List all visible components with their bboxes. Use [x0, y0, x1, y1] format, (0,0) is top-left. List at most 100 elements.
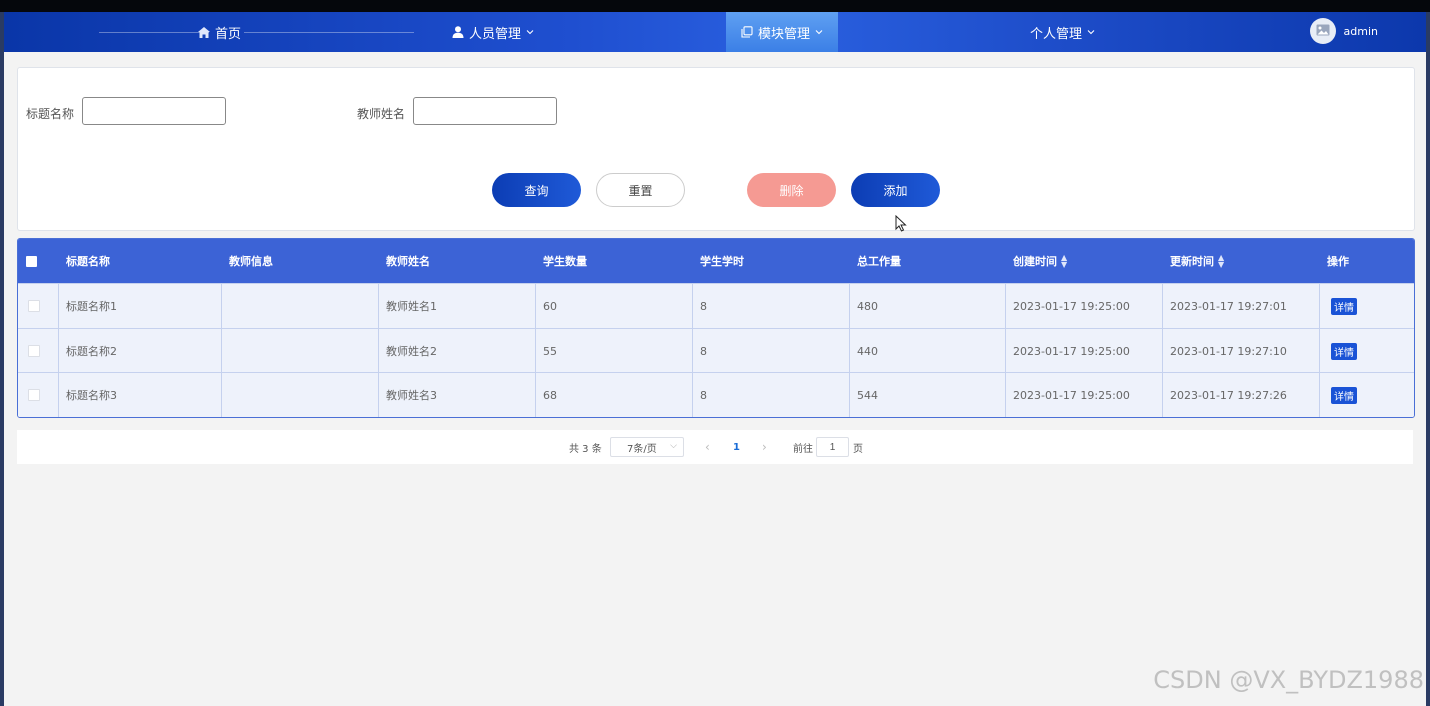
add-button[interactable]: 添加 — [851, 173, 940, 207]
column-divider — [1319, 329, 1320, 373]
cell-title-name: 标题名称3 — [66, 389, 117, 402]
cell-student-hours: 8 — [700, 388, 707, 402]
cell-updated-time: 2023-01-17 19:27:26 — [1170, 388, 1287, 402]
column-divider — [849, 284, 850, 328]
column-divider — [1005, 329, 1006, 373]
table-header: 标题名称 教师信息 教师姓名 学生数量 学生学时 总工作量 创建时间 ▲ ▼ 更新… — [18, 239, 1414, 283]
sort-icon[interactable]: ▲ ▼ — [1061, 254, 1067, 269]
cell-created-time: 2023-01-17 19:25:00 — [1013, 388, 1130, 402]
goto-label: 前往 — [793, 443, 813, 455]
window-right-edge — [1426, 12, 1430, 706]
nav-people-management[interactable]: 人员管理 — [452, 12, 534, 52]
username-label: admin — [1343, 24, 1378, 38]
goto-page-input[interactable] — [816, 437, 849, 457]
window-left-edge — [0, 12, 4, 706]
header-updated-label: 更新时间 — [1170, 255, 1214, 268]
delete-button[interactable]: 删除 — [747, 173, 836, 207]
pointer-cursor-icon — [895, 214, 907, 236]
detail-button[interactable]: 详情 — [1331, 298, 1357, 315]
select-all-checkbox[interactable] — [26, 256, 37, 267]
cell-title-name: 标题名称2 — [66, 345, 117, 358]
title-name-input[interactable] — [82, 97, 226, 125]
pagination-total: 共 3 条 — [569, 443, 602, 455]
chevron-down-icon: ⌵ — [670, 441, 677, 451]
nav-home[interactable]: 首页 — [198, 12, 241, 52]
column-divider — [1162, 284, 1163, 328]
cell-created-time: 2023-01-17 19:25:00 — [1013, 299, 1130, 313]
data-table: 标题名称 教师信息 教师姓名 学生数量 学生学时 总工作量 创建时间 ▲ ▼ 更新… — [17, 238, 1415, 418]
page-size-select[interactable]: 7条/页 ⌵ — [610, 437, 684, 457]
cell-student-hours: 8 — [700, 344, 707, 358]
chevron-down-icon — [815, 29, 823, 35]
column-divider — [849, 373, 850, 417]
column-divider — [1162, 329, 1163, 373]
watermark: CSDN @VX_BYDZ1988 — [1153, 666, 1424, 694]
query-button[interactable]: 查询 — [492, 173, 581, 207]
cell-teacher-name: 教师姓名1 — [386, 300, 437, 313]
top-navbar: 首页 人员管理 模块管理 个人管理 admin — [4, 12, 1426, 52]
cell-updated-time: 2023-01-17 19:27:01 — [1170, 299, 1287, 313]
column-divider — [535, 329, 536, 373]
cell-created-time: 2023-01-17 19:25:00 — [1013, 344, 1130, 358]
nav-personal-management[interactable]: 个人管理 — [1030, 12, 1095, 52]
detail-button[interactable]: 详情 — [1331, 343, 1357, 360]
header-created-label: 创建时间 — [1013, 255, 1057, 268]
column-divider — [58, 373, 59, 417]
cell-student-count: 60 — [543, 299, 557, 313]
row-checkbox[interactable] — [28, 389, 40, 401]
teacher-name-label: 教师姓名 — [357, 107, 406, 121]
column-divider — [58, 284, 59, 328]
column-divider — [1005, 284, 1006, 328]
header-total-workload: 总工作量 — [857, 255, 901, 268]
column-divider — [221, 373, 222, 417]
home-icon — [198, 26, 210, 38]
column-divider — [692, 329, 693, 373]
header-created-time[interactable]: 创建时间 ▲ ▼ — [1013, 239, 1067, 283]
header-student-count: 学生数量 — [543, 255, 587, 268]
column-divider — [535, 373, 536, 417]
cell-student-count: 55 — [543, 344, 557, 358]
row-checkbox[interactable] — [28, 345, 40, 357]
nav-module-label: 模块管理 — [757, 26, 810, 42]
nav-module-management[interactable]: 模块管理 — [726, 12, 838, 52]
header-updated-time[interactable]: 更新时间 ▲ ▼ — [1170, 239, 1224, 283]
column-divider — [221, 284, 222, 328]
header-teacher-name: 教师姓名 — [386, 255, 430, 268]
window-top-strip — [0, 0, 1430, 12]
current-page-number[interactable]: 1 — [733, 430, 740, 464]
cell-student-count: 68 — [543, 388, 557, 402]
next-page-button[interactable]: › — [762, 430, 767, 464]
module-icon — [741, 26, 753, 38]
table-row: 标题名称1 教师姓名1 60 8 480 2023-01-17 19:25:00… — [18, 283, 1414, 328]
column-divider — [692, 373, 693, 417]
nav-decoration-line — [99, 32, 209, 33]
cell-teacher-name: 教师姓名3 — [386, 389, 437, 402]
nav-home-label: 首页 — [215, 26, 242, 42]
search-panel: 标题名称 教师姓名 查询 重置 删除 添加 — [17, 67, 1415, 231]
cell-updated-time: 2023-01-17 19:27:10 — [1170, 344, 1287, 358]
title-name-label: 标题名称 — [26, 107, 75, 121]
user-menu[interactable]: admin — [1309, 18, 1378, 44]
avatar — [1309, 18, 1336, 44]
nav-decoration-line — [244, 32, 414, 33]
row-checkbox[interactable] — [28, 300, 40, 312]
avatar-image-icon — [1316, 24, 1330, 39]
chevron-down-icon — [526, 29, 534, 35]
header-actions: 操作 — [1327, 255, 1349, 268]
teacher-name-input[interactable] — [413, 97, 557, 125]
header-teacher-info: 教师信息 — [229, 255, 273, 268]
detail-button[interactable]: 详情 — [1331, 387, 1357, 404]
page-unit-label: 页 — [853, 443, 863, 455]
cell-total-workload: 544 — [857, 388, 878, 402]
reset-button[interactable]: 重置 — [596, 173, 685, 207]
pagination: 共 3 条 7条/页 ⌵ ‹ 1 › 前往 页 — [17, 430, 1413, 464]
prev-page-button[interactable]: ‹ — [705, 430, 710, 464]
cell-total-workload: 440 — [857, 344, 878, 358]
user-icon — [452, 26, 464, 38]
table-row: 标题名称2 教师姓名2 55 8 440 2023-01-17 19:25:00… — [18, 328, 1414, 373]
column-divider — [378, 284, 379, 328]
column-divider — [1319, 373, 1320, 417]
column-divider — [1319, 284, 1320, 328]
cell-title-name: 标题名称1 — [66, 300, 117, 313]
sort-icon[interactable]: ▲ ▼ — [1218, 254, 1224, 269]
